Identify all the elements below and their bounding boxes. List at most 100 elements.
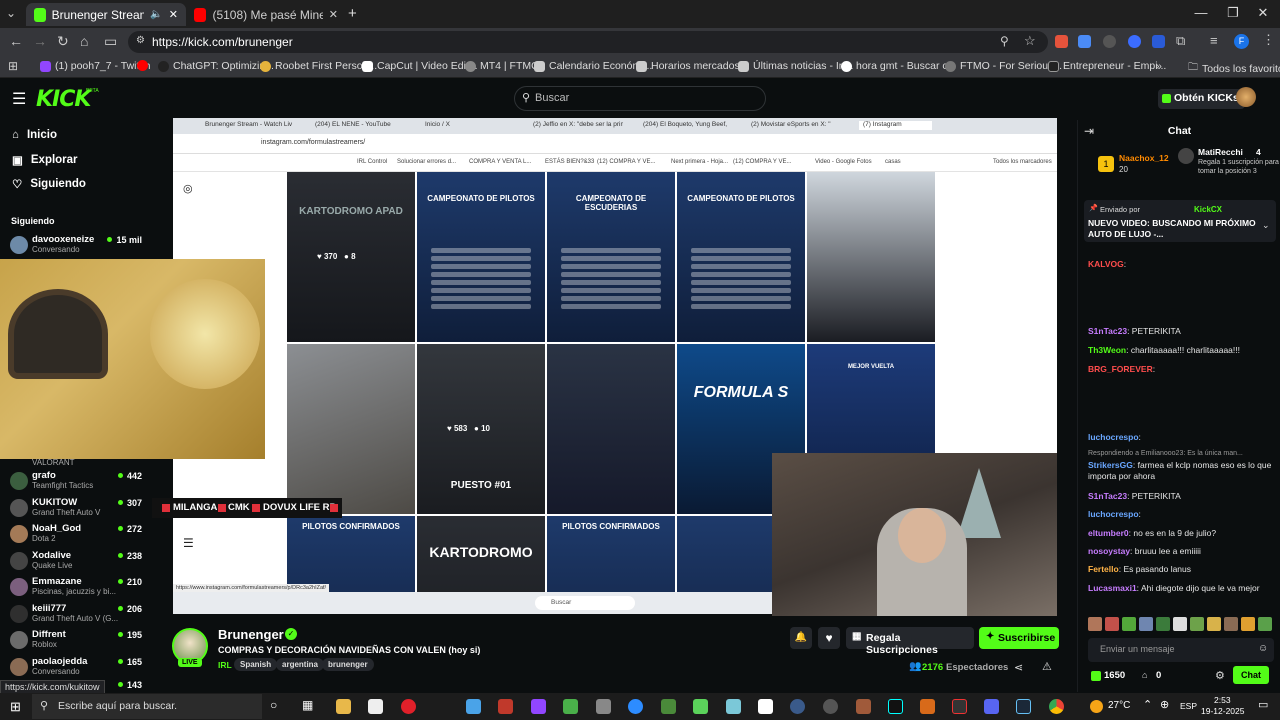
chat-username[interactable]: S1nTac23 xyxy=(1088,491,1127,501)
app-icon[interactable] xyxy=(920,699,935,714)
bookmarks-overflow-button[interactable]: » xyxy=(1156,60,1162,72)
stream-tag[interactable]: argentina xyxy=(276,658,325,671)
app-icon[interactable] xyxy=(693,699,708,714)
bookmark-noticias[interactable]: Últimas noticias - In... xyxy=(738,60,853,72)
app-icon[interactable] xyxy=(498,699,513,714)
chat-username[interactable]: Fertello xyxy=(1088,564,1119,574)
audio-icon[interactable]: 🔈 xyxy=(150,9,162,20)
opera-icon[interactable] xyxy=(401,699,416,714)
restore-icon[interactable]: ❐ xyxy=(1218,5,1248,21)
following-channel[interactable]: Diffrent Roblox 195 xyxy=(8,628,148,652)
app-icon[interactable] xyxy=(726,699,741,714)
emote-icon[interactable] xyxy=(1088,617,1102,631)
bookmark-chatgpt[interactable]: ChatGPT: Optimizin... xyxy=(158,60,274,72)
settings-gear-icon[interactable] xyxy=(823,699,838,714)
app-icon[interactable] xyxy=(790,699,805,714)
notepad-icon[interactable] xyxy=(368,699,383,714)
address-bar[interactable]: ⚙ https://kick.com/brunenger ⚲ ☆ xyxy=(128,31,1048,53)
clock-date[interactable]: 19-12-2025 xyxy=(1201,706,1244,716)
emote-icon[interactable] xyxy=(1122,617,1136,631)
chat-username[interactable]: nosoystay xyxy=(1088,546,1130,556)
chat-username[interactable]: Th3Weon xyxy=(1088,345,1126,355)
bookmark-ftmo[interactable]: FTMO - For Serious... xyxy=(945,60,1062,72)
nav-explorar[interactable]: ▣ Explorar xyxy=(12,153,78,167)
notifications-bell-button[interactable]: 🔔 xyxy=(790,627,812,649)
steam-icon[interactable] xyxy=(1016,699,1031,714)
pinned-message[interactable]: Enviado por 📌 KickCX NUEVO VIDEO: BUSCAN… xyxy=(1084,200,1276,242)
copilot-icon[interactable] xyxy=(466,699,481,714)
following-channel[interactable]: Emmazane Piscinas, jacuzzis y bi... 210 xyxy=(8,575,148,599)
send-chat-button[interactable]: Chat xyxy=(1233,666,1269,684)
kick-logo[interactable]: KICK xyxy=(36,87,91,112)
chrome-icon[interactable] xyxy=(1049,699,1064,714)
hamburger-menu-icon[interactable]: ☰ xyxy=(12,89,26,109)
windows-start-icon[interactable]: ⊞ xyxy=(10,699,21,715)
nav-inicio[interactable]: ⌂ Inicio xyxy=(12,129,57,141)
zoom-app-icon[interactable] xyxy=(628,699,643,714)
apps-grid-icon[interactable]: ⊞ xyxy=(8,59,18,73)
capcut-icon[interactable] xyxy=(758,699,773,714)
chat-username[interactable]: luchocrespo xyxy=(1088,432,1139,442)
tab-search-icon[interactable]: ⌄ xyxy=(6,6,16,20)
chat-username[interactable]: eltumber0 xyxy=(1088,528,1129,538)
bookmark-entrepreneur[interactable]: Entrepreneur - Empi... xyxy=(1048,60,1166,72)
share-icon[interactable]: ⋖ xyxy=(1014,661,1023,674)
bookmark-capcut[interactable]: CapCut | Video Edit... xyxy=(362,60,478,72)
minecraft-icon[interactable] xyxy=(661,699,676,714)
emote-icon[interactable] xyxy=(1207,617,1221,631)
stream-tag[interactable]: brunenger xyxy=(322,658,374,671)
home-icon[interactable]: ⌂ xyxy=(80,33,88,49)
site-info-icon[interactable]: ⚙ xyxy=(136,35,145,46)
close-tab-icon[interactable]: ✕ xyxy=(169,8,178,21)
media-control-icon[interactable]: ≡ xyxy=(1210,33,1218,48)
bookmark-horarios[interactable]: Horarios mercados... xyxy=(636,60,748,72)
forward-icon[interactable]: → xyxy=(33,33,47,49)
following-channel[interactable]: Xodalive Quake Live 238 xyxy=(8,549,148,573)
chevron-down-icon[interactable]: ⌄ xyxy=(1262,220,1270,231)
extensions-puzzle-icon[interactable]: ⧉ xyxy=(1176,33,1185,49)
emote-icon[interactable] xyxy=(1190,617,1204,631)
user-avatar[interactable] xyxy=(1236,87,1256,107)
back-icon[interactable]: ← xyxy=(9,33,23,49)
notifications-icon[interactable]: ▭ xyxy=(1258,698,1268,711)
tray-chevron-icon[interactable]: ⌃ xyxy=(1143,698,1152,711)
chat-username[interactable]: StrikersGG xyxy=(1088,460,1133,470)
app-icon[interactable] xyxy=(856,699,871,714)
chat-username[interactable]: S1nTac23 xyxy=(1088,326,1127,336)
emote-icon[interactable] xyxy=(1258,617,1272,631)
file-explorer-icon[interactable] xyxy=(336,699,351,714)
stream-category[interactable]: IRL xyxy=(218,660,232,670)
task-view-icon[interactable]: ▦ xyxy=(302,698,313,712)
menu-kebab-icon[interactable]: ⋮ xyxy=(1262,32,1275,48)
points-balance[interactable]: 0 xyxy=(1156,670,1161,681)
follow-heart-button[interactable]: ♥ xyxy=(818,627,840,649)
clock-time[interactable]: 2:53 xyxy=(1214,695,1231,705)
tiktok-icon[interactable] xyxy=(888,699,903,714)
emote-icon[interactable] xyxy=(1224,617,1238,631)
cortana-icon[interactable]: ○ xyxy=(270,698,277,712)
bookmark-twitch[interactable]: (1) pooh7_7 - Twitch xyxy=(40,60,151,72)
emote-icon[interactable] xyxy=(1241,617,1255,631)
app-icon[interactable] xyxy=(563,699,578,714)
chat-username[interactable]: Lucasmaxi1 xyxy=(1088,583,1137,593)
profile-avatar[interactable]: F xyxy=(1234,34,1249,49)
emoji-icon[interactable]: ☺ xyxy=(1258,643,1268,654)
minimize-icon[interactable]: — xyxy=(1186,5,1216,20)
gift-subs-button[interactable]: ▦ Regala Suscripciones xyxy=(846,627,974,656)
weather-sun-icon[interactable] xyxy=(1090,700,1103,713)
extension-icon[interactable] xyxy=(1103,35,1116,48)
get-kicks-button[interactable]: Obtén KICKs xyxy=(1158,89,1245,109)
bookmark-gmt[interactable]: hora gmt - Buscar c... xyxy=(841,60,956,72)
translate-extension-icon[interactable] xyxy=(1078,35,1091,48)
emote-icon[interactable] xyxy=(1139,617,1153,631)
close-tab-icon[interactable]: ✕ xyxy=(329,8,338,21)
following-channel[interactable]: KUKITOW Grand Theft Auto V 307 xyxy=(8,496,148,520)
new-tab-button[interactable]: + xyxy=(348,5,357,22)
app-icon[interactable] xyxy=(596,699,611,714)
stream-tag[interactable]: Spanish xyxy=(234,658,278,671)
following-channel[interactable]: davooxeneize Conversando 15 mil xyxy=(8,233,148,257)
chat-username[interactable]: KALVOG xyxy=(1088,259,1124,269)
emote-icon[interactable] xyxy=(1173,617,1187,631)
bookmark-roobet[interactable]: Roobet First Person... xyxy=(260,60,377,72)
nav-siguiendo[interactable]: ♡ Siguiendo xyxy=(12,177,86,191)
